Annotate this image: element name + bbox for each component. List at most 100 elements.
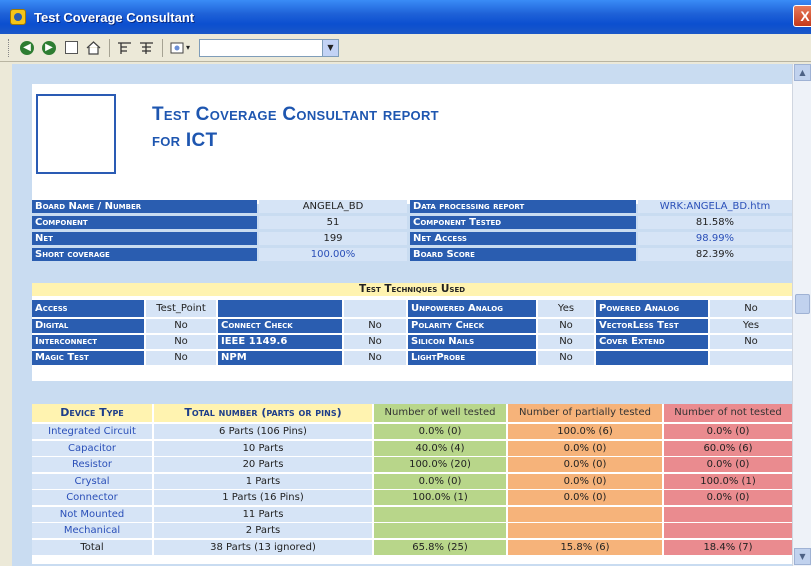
summary-value: 98.99%: [638, 232, 792, 245]
technique-label: Access: [32, 300, 144, 317]
technique-label: Magic Test: [32, 351, 144, 365]
app-window: Test Coverage Consultant X ◀ ▶ ▾ ▼ Test …: [0, 0, 811, 566]
window-title: Test Coverage Consultant: [34, 9, 195, 25]
device-cell: 0.0% (0): [374, 473, 506, 489]
report-title-line1: Test Coverage Consultant report: [152, 104, 439, 125]
report-title: Test Coverage Consultant report for ICT: [152, 102, 439, 154]
title-bar[interactable]: Test Coverage Consultant X: [0, 0, 811, 34]
technique-value: No: [344, 319, 406, 333]
techniques-title: Test Techniques Used: [32, 283, 792, 296]
page-icon: [64, 41, 78, 54]
home-icon: [86, 40, 100, 55]
summary-label: Data processing report: [410, 200, 636, 213]
technique-label: Powered Analog: [596, 300, 708, 317]
device-cell: [664, 506, 792, 522]
technique-label: VectorLess Test: [596, 319, 708, 333]
technique-value: No: [538, 319, 594, 333]
device-cell: [664, 523, 792, 538]
close-button[interactable]: X: [793, 5, 811, 27]
summary-label: Board Name / Number: [32, 200, 257, 213]
technique-value: No: [538, 351, 594, 365]
forward-button[interactable]: ▶: [39, 38, 59, 58]
summary-value: ANGELA_BD: [259, 200, 407, 213]
device-cell: [508, 523, 662, 538]
technique-label: Cover Extend: [596, 335, 708, 349]
chevron-down-icon: ▾: [185, 43, 190, 52]
technique-value: No: [146, 351, 216, 365]
technique-value: Yes: [710, 319, 792, 333]
device-column-header: Device Type: [32, 404, 152, 422]
technique-value: No: [146, 335, 216, 349]
device-type: Crystal: [32, 473, 152, 489]
technique-value: No: [538, 335, 594, 349]
collapse-tree-icon: [139, 41, 153, 54]
report-viewport[interactable]: Test Coverage Consultant report for ICT …: [12, 64, 792, 566]
app-icon: [10, 9, 26, 25]
device-cell: 60.0% (6): [664, 440, 792, 456]
scroll-up-icon[interactable]: ▲: [794, 64, 811, 81]
back-button[interactable]: ◀: [17, 38, 37, 58]
device-table: Device Type Total number (parts or pins) N…: [32, 404, 792, 564]
expand-button[interactable]: [114, 38, 134, 58]
technique-label: Connect Check: [218, 319, 342, 333]
chevron-down-icon[interactable]: ▼: [322, 39, 338, 56]
device-type: Mechanical: [32, 523, 152, 538]
summary-label: Component Tested: [410, 216, 636, 229]
technique-label: Digital: [32, 319, 144, 333]
location-combo[interactable]: ▼: [199, 38, 339, 57]
device-cell: 40.0% (4): [374, 440, 506, 456]
options-icon: [170, 42, 184, 53]
report-title-line2: for ICT: [152, 130, 218, 151]
device-cell: 0.0% (0): [508, 440, 662, 456]
device-cell: [374, 523, 506, 538]
device-cell: 0.0% (0): [664, 490, 792, 505]
home-button[interactable]: [83, 38, 103, 58]
technique-value: Test_Point: [146, 300, 216, 317]
device-type: Integrated Circuit: [32, 424, 152, 439]
toolbar: ◀ ▶ ▾ ▼: [0, 34, 811, 62]
technique-value: No: [344, 335, 406, 349]
technique-label: LightProbe: [408, 351, 536, 365]
view-options-button[interactable]: ▾: [167, 38, 193, 58]
toolbar-grip[interactable]: [8, 38, 11, 57]
summary-label: Component: [32, 216, 257, 229]
device-column-header: Number of not tested: [664, 404, 792, 422]
scroll-thumb[interactable]: [795, 294, 810, 314]
technique-label: Silicon Nails: [408, 335, 536, 349]
device-type: Connector: [32, 490, 152, 505]
scroll-down-icon[interactable]: ▼: [794, 548, 811, 565]
device-cell: 0.0% (0): [374, 424, 506, 439]
technique-label: IEEE 1149.6: [218, 335, 342, 349]
back-arrow-icon: ◀: [20, 40, 34, 55]
device-type: Not Mounted: [32, 506, 152, 522]
device-cell: 100.0% (1): [374, 490, 506, 505]
device-cell: 2 Parts: [154, 523, 372, 538]
technique-label: NPM: [218, 351, 342, 365]
collapse-button[interactable]: [136, 38, 156, 58]
toolbar-separator: [109, 38, 110, 57]
refresh-button[interactable]: [61, 38, 81, 58]
technique-value: Yes: [538, 300, 594, 317]
device-cell: 0.0% (0): [664, 457, 792, 472]
device-type: Capacitor: [32, 440, 152, 456]
report-header: Test Coverage Consultant report for ICT: [32, 84, 792, 204]
device-cell: 0.0% (0): [508, 473, 662, 489]
toolbar-separator: [162, 38, 163, 57]
vertical-scrollbar[interactable]: ▲ ▼: [792, 64, 811, 566]
logo-placeholder: [36, 94, 116, 174]
device-cell: 100.0% (20): [374, 457, 506, 472]
device-cell: 0.0% (0): [508, 457, 662, 472]
summary-table: Board Name / Number ANGELA_BD Component 51 N…: [32, 200, 792, 264]
device-column-header: Number of partially tested: [508, 404, 662, 422]
summary-value: 82.39%: [638, 248, 792, 261]
technique-value: No: [146, 319, 216, 333]
expand-tree-icon: [117, 41, 131, 54]
technique-label: Unpowered Analog: [408, 300, 536, 317]
summary-value: 100.00%: [259, 248, 407, 261]
technique-value: [710, 351, 792, 365]
summary-label: Net: [32, 232, 257, 245]
device-cell: [508, 506, 662, 522]
device-cell: 0.0% (0): [508, 490, 662, 505]
device-cell: 1 Parts: [154, 473, 372, 489]
summary-value[interactable]: WRK:ANGELA_BD.htm: [638, 200, 792, 213]
